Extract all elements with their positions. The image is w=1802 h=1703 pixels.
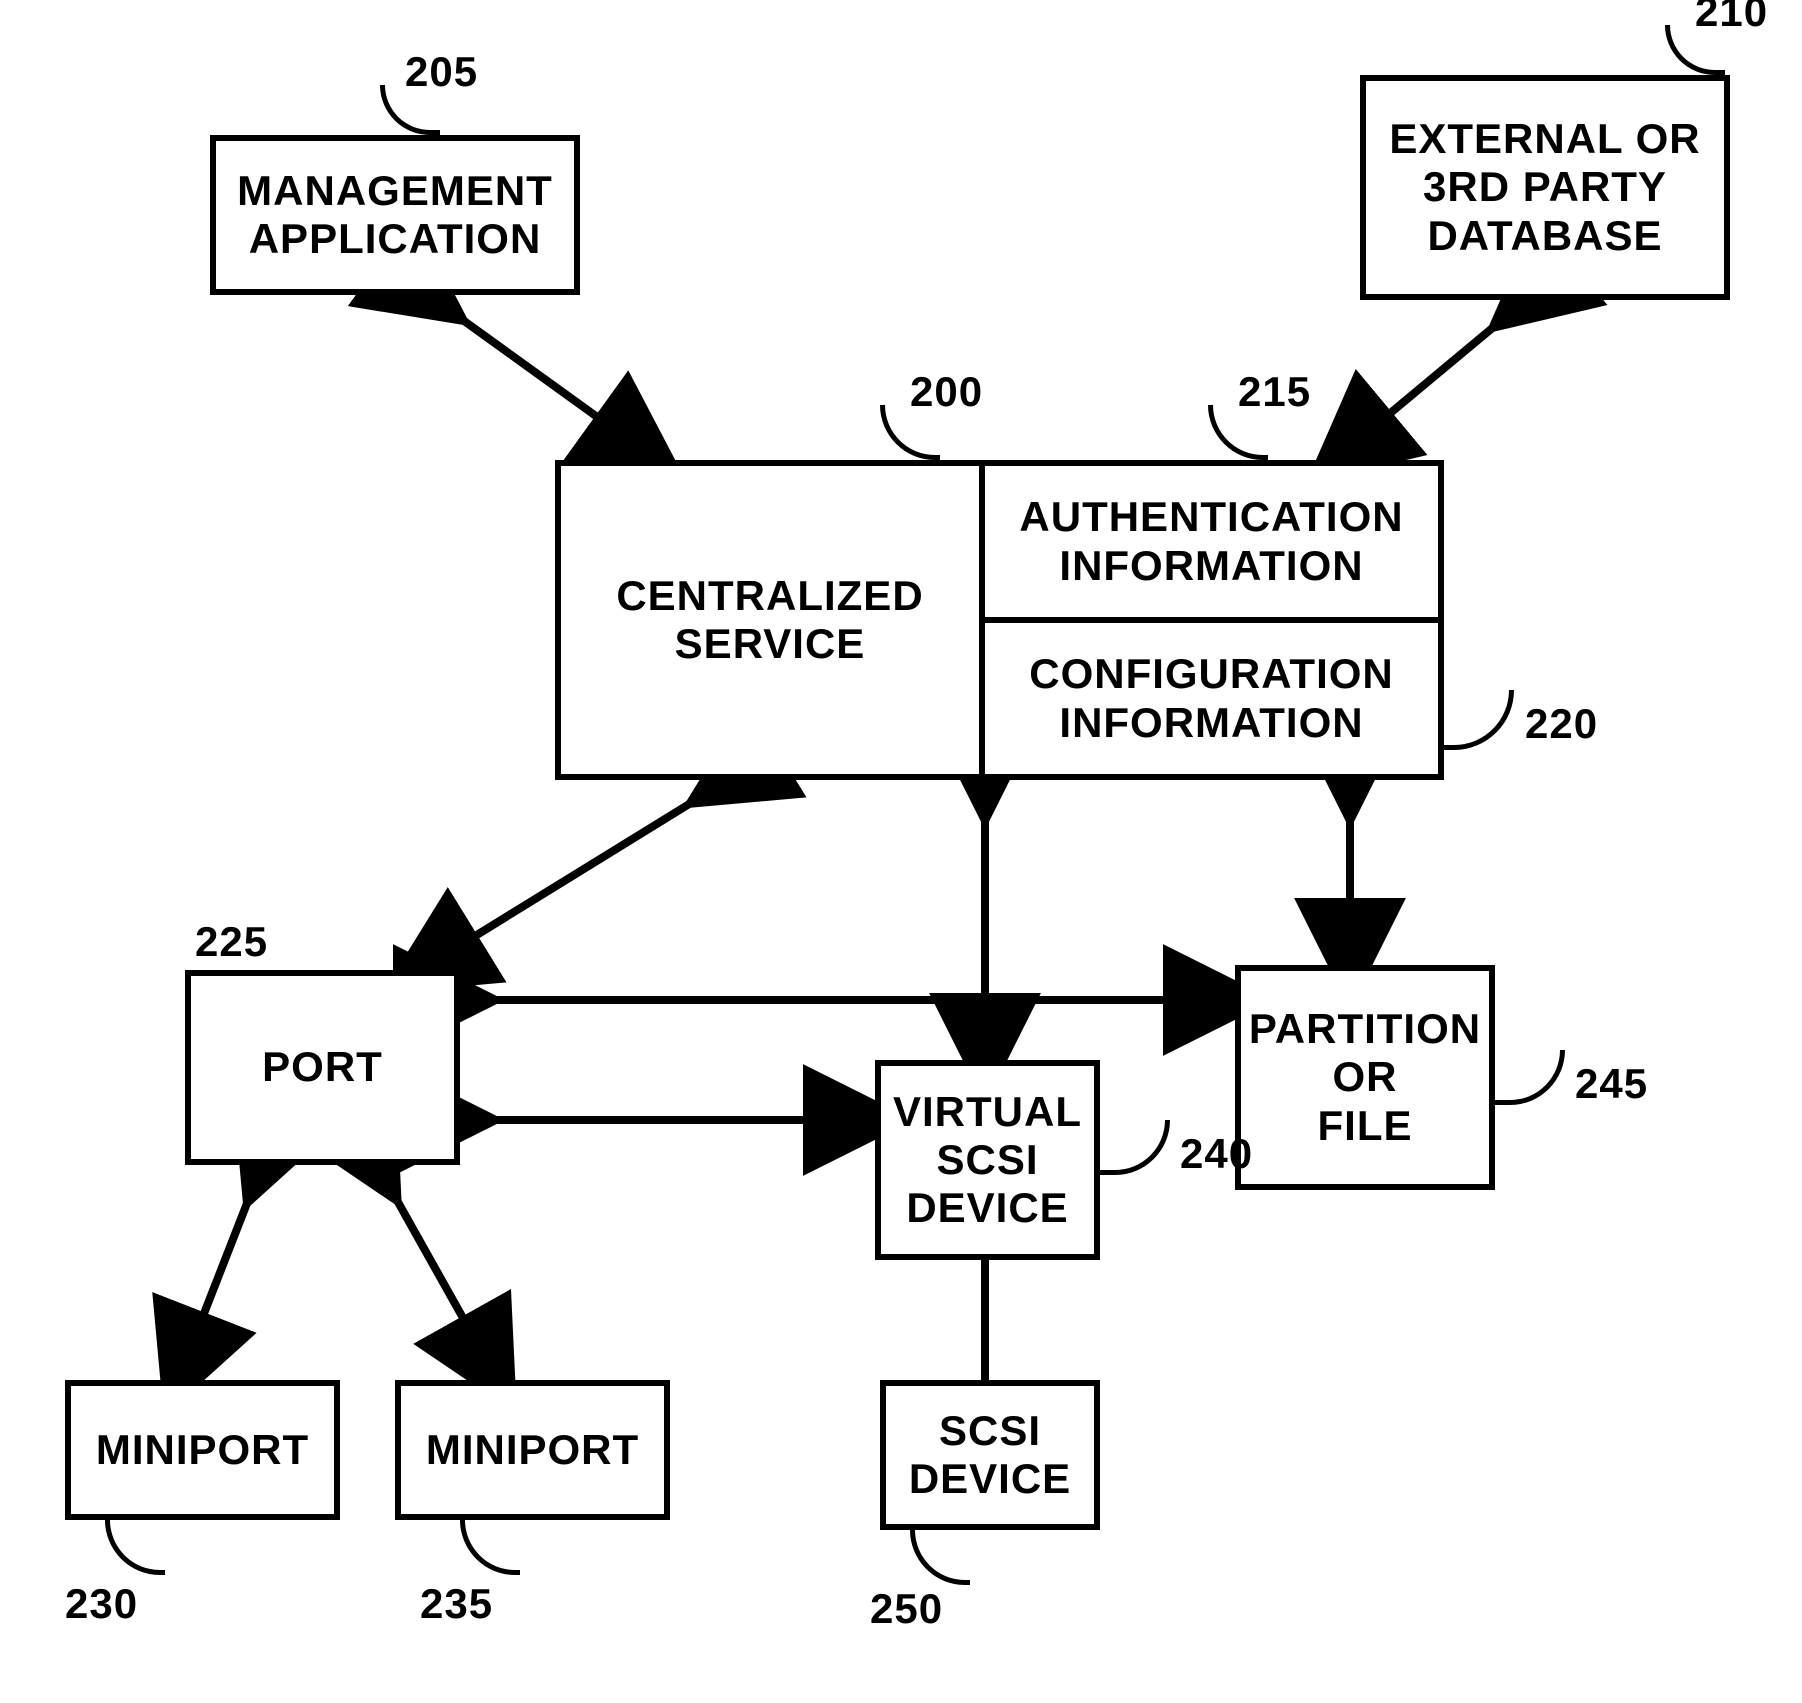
ref-220: 220 — [1525, 700, 1598, 748]
ref-230: 230 — [65, 1580, 138, 1628]
ref-235: 235 — [420, 1580, 493, 1628]
node-external-db: EXTERNAL OR3RD PARTYDATABASE — [1360, 75, 1730, 300]
node-label: CONFIGURATIONINFORMATION — [1029, 650, 1394, 747]
ref-245: 245 — [1575, 1060, 1648, 1108]
ref-240: 240 — [1180, 1130, 1253, 1178]
leader-240 — [1100, 1120, 1170, 1175]
ref-200: 200 — [910, 368, 983, 416]
diagram-canvas: MANAGEMENTAPPLICATION EXTERNAL OR3RD PAR… — [0, 0, 1802, 1703]
ref-225: 225 — [195, 918, 268, 966]
node-label: SCSIDEVICE — [909, 1407, 1071, 1504]
node-label: PARTITIONORFILE — [1249, 1005, 1481, 1150]
leader-250 — [910, 1530, 970, 1585]
node-label: EXTERNAL OR3RD PARTYDATABASE — [1389, 115, 1700, 260]
node-partition-or-file: PARTITIONORFILE — [1235, 965, 1495, 1190]
node-label: VIRTUALSCSIDEVICE — [893, 1088, 1082, 1233]
node-label: PORT — [262, 1043, 383, 1091]
ref-215: 215 — [1238, 368, 1311, 416]
node-miniport-b: MINIPORT — [395, 1380, 670, 1520]
ref-250: 250 — [870, 1585, 943, 1633]
ref-210: 210 — [1695, 0, 1768, 36]
node-config-info: CONFIGURATIONINFORMATION — [979, 617, 1444, 780]
leader-220 — [1444, 690, 1514, 750]
node-centralized-service: CENTRALIZEDSERVICE — [555, 460, 985, 780]
node-port: PORT — [185, 970, 460, 1165]
node-scsi-device: SCSIDEVICE — [880, 1380, 1100, 1530]
node-label: MANAGEMENTAPPLICATION — [237, 167, 553, 264]
leader-235 — [460, 1520, 520, 1575]
node-label: MINIPORT — [96, 1426, 309, 1474]
ref-205: 205 — [405, 48, 478, 96]
leader-230 — [105, 1520, 165, 1575]
node-miniport-a: MINIPORT — [65, 1380, 340, 1520]
node-label: MINIPORT — [426, 1426, 639, 1474]
leader-245 — [1495, 1050, 1565, 1105]
node-auth-info: AUTHENTICATIONINFORMATION — [979, 460, 1444, 623]
node-management-application: MANAGEMENTAPPLICATION — [210, 135, 580, 295]
node-label: CENTRALIZEDSERVICE — [616, 572, 923, 669]
node-virtual-scsi: VIRTUALSCSIDEVICE — [875, 1060, 1100, 1260]
node-label: AUTHENTICATIONINFORMATION — [1019, 493, 1403, 590]
